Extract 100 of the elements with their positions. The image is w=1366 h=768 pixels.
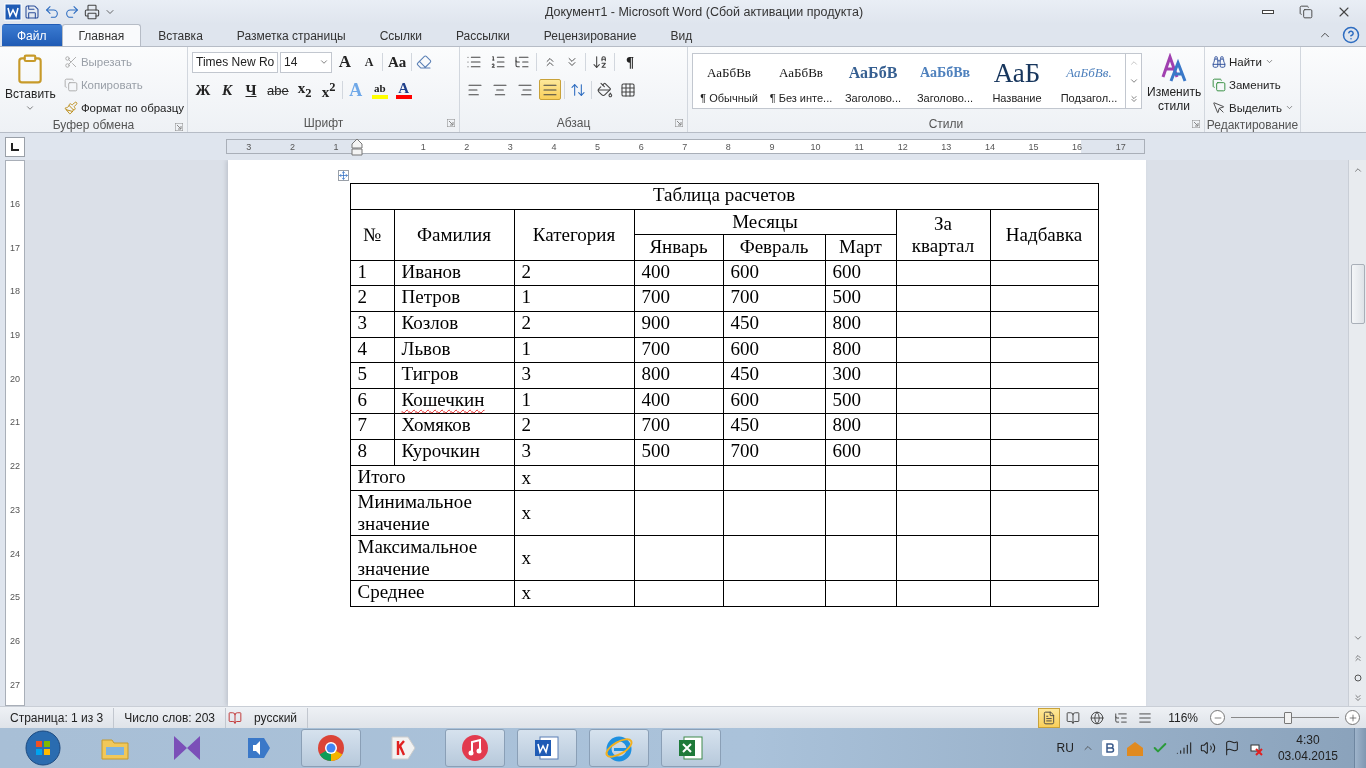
show-marks-button[interactable]: ¶ [619,51,641,73]
table-cell: Минимальное значение [350,490,514,536]
format-button[interactable]: x$^{2}$ [317,79,340,101]
table-cell: 700 [634,285,723,312]
format-painter-button[interactable]: Формат по образцу [60,97,187,118]
ribbon-tab[interactable]: Рецензирование [526,24,654,46]
ruler-number: 6 [637,141,645,152]
format-button[interactable]: Ж [192,79,214,101]
spreadsheet-app-icon [676,733,706,763]
ruler-number: 9 [768,141,776,152]
table-cell: 450 [723,362,825,389]
scroll-thumb[interactable] [1350,264,1365,324]
format-button[interactable]: Ч [240,79,262,101]
view-button[interactable] [1038,707,1061,728]
ruler-number: 14 [983,141,996,152]
input-language[interactable]: RU [1056,741,1074,755]
zoom-in-button[interactable] [1345,710,1360,725]
table-cell: 300 [825,362,896,389]
style-item[interactable]: АаБбВв Заголово... [909,54,981,108]
table-cell: 500 [825,388,896,414]
font-color-button[interactable]: A [392,79,415,101]
horizontal-ruler[interactable]: 3 2 1 1 2 3 4 5 6 7 8 9 10 11 12 13 14 15 16 17 [226,139,1145,154]
ruler-number: 18 [9,286,21,299]
change-case-button[interactable]: Aa [385,51,410,73]
dialog-launcher-icon[interactable] [675,119,683,127]
format-button[interactable]: К [216,79,238,101]
font-size-field[interactable]: 14 [280,51,332,73]
paste-button[interactable]: Вставить [4,51,57,118]
flag-icon [1223,740,1240,756]
taskbar-app-button[interactable] [301,729,361,767]
style-item[interactable]: АаБ Название [981,54,1053,108]
table-move-handle[interactable] [337,170,349,181]
zoom-out-button[interactable] [1210,710,1225,725]
help-button[interactable] [1340,25,1362,45]
table-cell: 3 [514,439,634,466]
style-item[interactable]: АаБбВв ¶ Без инте... [765,54,837,108]
select-button[interactable]: Выделить [1209,97,1298,118]
line-spacing-icon [570,81,586,98]
language-label[interactable]: русский [244,707,309,728]
save-button[interactable] [22,2,42,22]
ribbon-tab[interactable]: Главная [61,24,142,46]
zoom-level[interactable]: 116% [1158,707,1208,728]
change-styles-button[interactable]: Изменить стили [1146,51,1203,115]
scroll-up-icon [1128,58,1139,68]
font-name-field[interactable]: Times New Ro [192,51,278,73]
slider-thumb[interactable] [1284,711,1293,724]
ruler-number: 2 [288,141,296,152]
ruler-number: 1 [419,141,427,152]
taskbar-app-button[interactable] [517,729,577,767]
restore-icon [1299,5,1313,19]
table-cell: 8 [350,439,394,466]
ruler-number: 25 [9,592,21,605]
dialog-launcher-icon[interactable] [447,119,455,127]
ribbon-tab[interactable]: Вставка [141,24,220,46]
table-cell: Фамилия [394,209,514,261]
file-tab[interactable]: Файл [2,24,62,46]
clock[interactable]: 4:30 03.04.2015 [1277,732,1338,764]
grow-font-button[interactable]: A [334,51,356,73]
style-item[interactable]: АаБбВв. Подзагол... [1053,54,1125,108]
ruler-number: 24 [9,548,21,561]
table-cell: 400 [634,260,723,286]
lines-icon [1138,710,1153,725]
table-cell: Месяцы [634,209,896,235]
vertical-scrollbar[interactable] [1348,160,1366,706]
ruler-number: 22 [9,461,21,474]
table-cell: Среднее [350,580,514,607]
word-count[interactable]: Число слов: 203 [114,707,226,728]
find-button[interactable]: Найти [1209,51,1277,72]
ribbon-tab[interactable]: Разметка страницы [219,24,363,46]
taskbar-app-button[interactable] [661,729,721,767]
table-cell: 7 [350,413,394,440]
indent-marker[interactable] [351,137,363,157]
bowtie-icon [172,734,202,762]
app-logo[interactable] [4,3,22,21]
table-cell: Иванов [394,260,514,286]
chevron-down-icon [1352,633,1363,643]
table-cell: 900 [634,311,723,338]
dialog-launcher-icon[interactable] [175,123,183,131]
taskbar-app-button[interactable] [445,729,505,767]
book-icon [1066,710,1081,725]
print-button[interactable] [82,2,102,22]
dialog-launcher-icon[interactable] [1192,120,1200,128]
ribbon-tab[interactable]: Вид [653,24,710,46]
format-button[interactable]: x$_{2}$ [293,79,316,101]
highlight-button[interactable]: ab [368,79,391,101]
volume-icon [1199,740,1216,756]
ruler-number: 3 [506,141,514,152]
align-button[interactable] [539,79,561,100]
page-count[interactable]: Страница: 1 из 3 [0,707,115,728]
save-icon [24,4,40,20]
tab-selector-button[interactable] [5,136,25,157]
ruler-number: 17 [9,242,21,255]
style-item[interactable]: АаБбВ Заголово... [837,54,909,108]
style-item[interactable]: АаБбВв ¶ Обычный [693,54,765,108]
ribbon-tab[interactable]: Ссылки [362,24,439,46]
ribbon-tab[interactable]: Рассылки [438,24,527,46]
table-cell: За квартал [896,209,990,261]
vertical-ruler[interactable]: 16 17 18 19 20 21 22 23 24 25 26 27 [5,160,25,706]
shrink-font-button[interactable]: A [358,51,380,73]
replace-button[interactable]: Заменить [1209,74,1284,95]
